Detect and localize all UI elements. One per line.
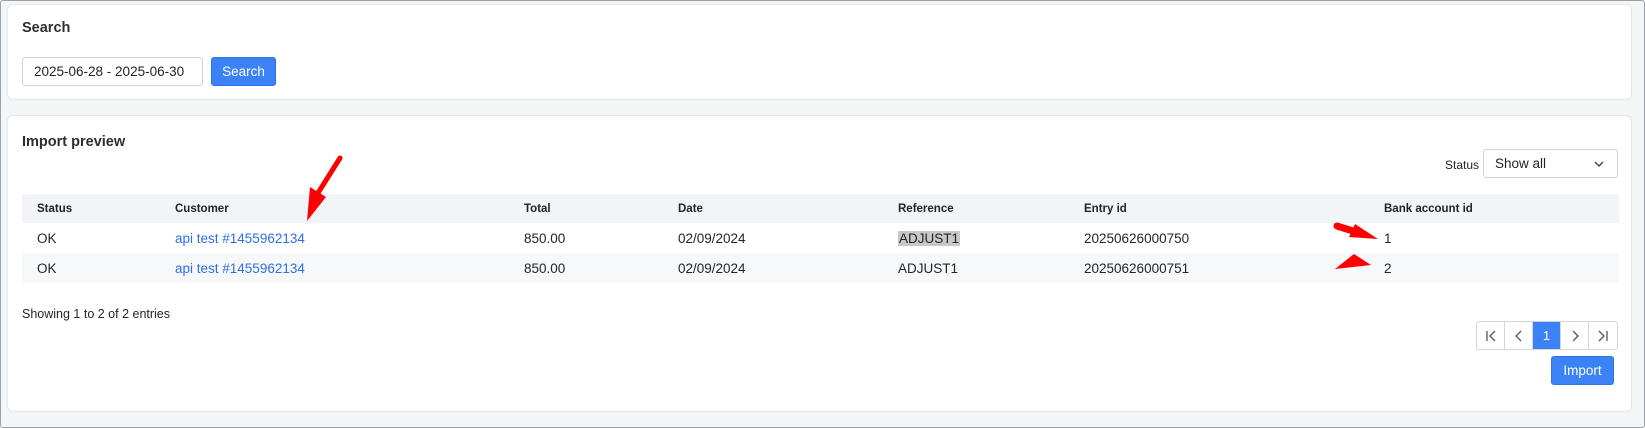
column-header-status[interactable]: Status: [37, 194, 72, 223]
showing-entries-text: Showing 1 to 2 of 2 entries: [22, 307, 171, 321]
table-header: Status Customer Total Date Reference Ent…: [22, 194, 1619, 223]
cell-status: OK: [37, 260, 57, 276]
prev-page-icon: [1514, 330, 1521, 341]
column-header-entry-id[interactable]: Entry id: [1084, 194, 1127, 223]
column-header-bank-account-id[interactable]: Bank account id: [1384, 194, 1473, 223]
date-range-input[interactable]: [22, 57, 203, 86]
search-title: Search: [22, 20, 71, 36]
cell-bank-account-id: 1: [1384, 230, 1392, 246]
cell-status: OK: [37, 230, 57, 246]
cell-bank-account-id: 2: [1384, 260, 1392, 276]
cell-entry-id: 20250626000751: [1084, 260, 1190, 276]
search-button[interactable]: Search: [211, 57, 276, 86]
import-preview-table: Status Customer Total Date Reference Ent…: [22, 194, 1619, 283]
status-filter-label: Status: [1445, 158, 1480, 172]
cell-date: 02/09/2024: [678, 260, 746, 276]
column-header-customer[interactable]: Customer: [175, 194, 229, 223]
import-preview-card: Import preview Status Show all Status Cu…: [7, 115, 1632, 412]
prev-page-button[interactable]: [1505, 322, 1533, 349]
cell-reference: ADJUST1: [898, 260, 959, 276]
search-card: Search Search: [7, 4, 1632, 100]
chevron-down-icon: [1594, 161, 1604, 167]
table-row: OK api test #1455962134 850.00 02/09/202…: [22, 253, 1619, 283]
import-button[interactable]: Import: [1551, 356, 1614, 385]
highlighted-reference: ADJUST1: [898, 230, 961, 246]
first-page-button[interactable]: [1477, 322, 1505, 349]
next-page-icon: [1572, 330, 1579, 341]
customer-link[interactable]: api test #1455962134: [175, 231, 305, 246]
column-header-date[interactable]: Date: [678, 194, 703, 223]
customer-link[interactable]: api test #1455962134: [175, 261, 305, 276]
cell-total: 850.00: [524, 230, 566, 246]
next-page-button[interactable]: [1561, 322, 1589, 349]
first-page-icon: [1485, 330, 1495, 341]
last-page-button[interactable]: [1589, 322, 1617, 349]
column-header-reference[interactable]: Reference: [898, 194, 954, 223]
cell-date: 02/09/2024: [678, 230, 746, 246]
last-page-icon: [1598, 330, 1608, 341]
pagination: 1: [1476, 321, 1618, 350]
screen-frame: Search Search Import preview Status Show…: [0, 0, 1645, 428]
cell-entry-id: 20250626000750: [1084, 230, 1190, 246]
page-button-current[interactable]: 1: [1533, 322, 1561, 349]
status-filter-select[interactable]: Show all: [1483, 149, 1618, 178]
cell-reference: ADJUST1: [898, 223, 961, 253]
status-filter-value: Show all: [1495, 156, 1547, 171]
cell-customer: api test #1455962134: [175, 253, 305, 283]
cell-customer: api test #1455962134: [175, 223, 305, 253]
column-header-total[interactable]: Total: [524, 194, 551, 223]
table-row: OK api test #1455962134 850.00 02/09/202…: [22, 223, 1619, 253]
cell-total: 850.00: [524, 260, 566, 276]
import-preview-title: Import preview: [22, 134, 126, 150]
